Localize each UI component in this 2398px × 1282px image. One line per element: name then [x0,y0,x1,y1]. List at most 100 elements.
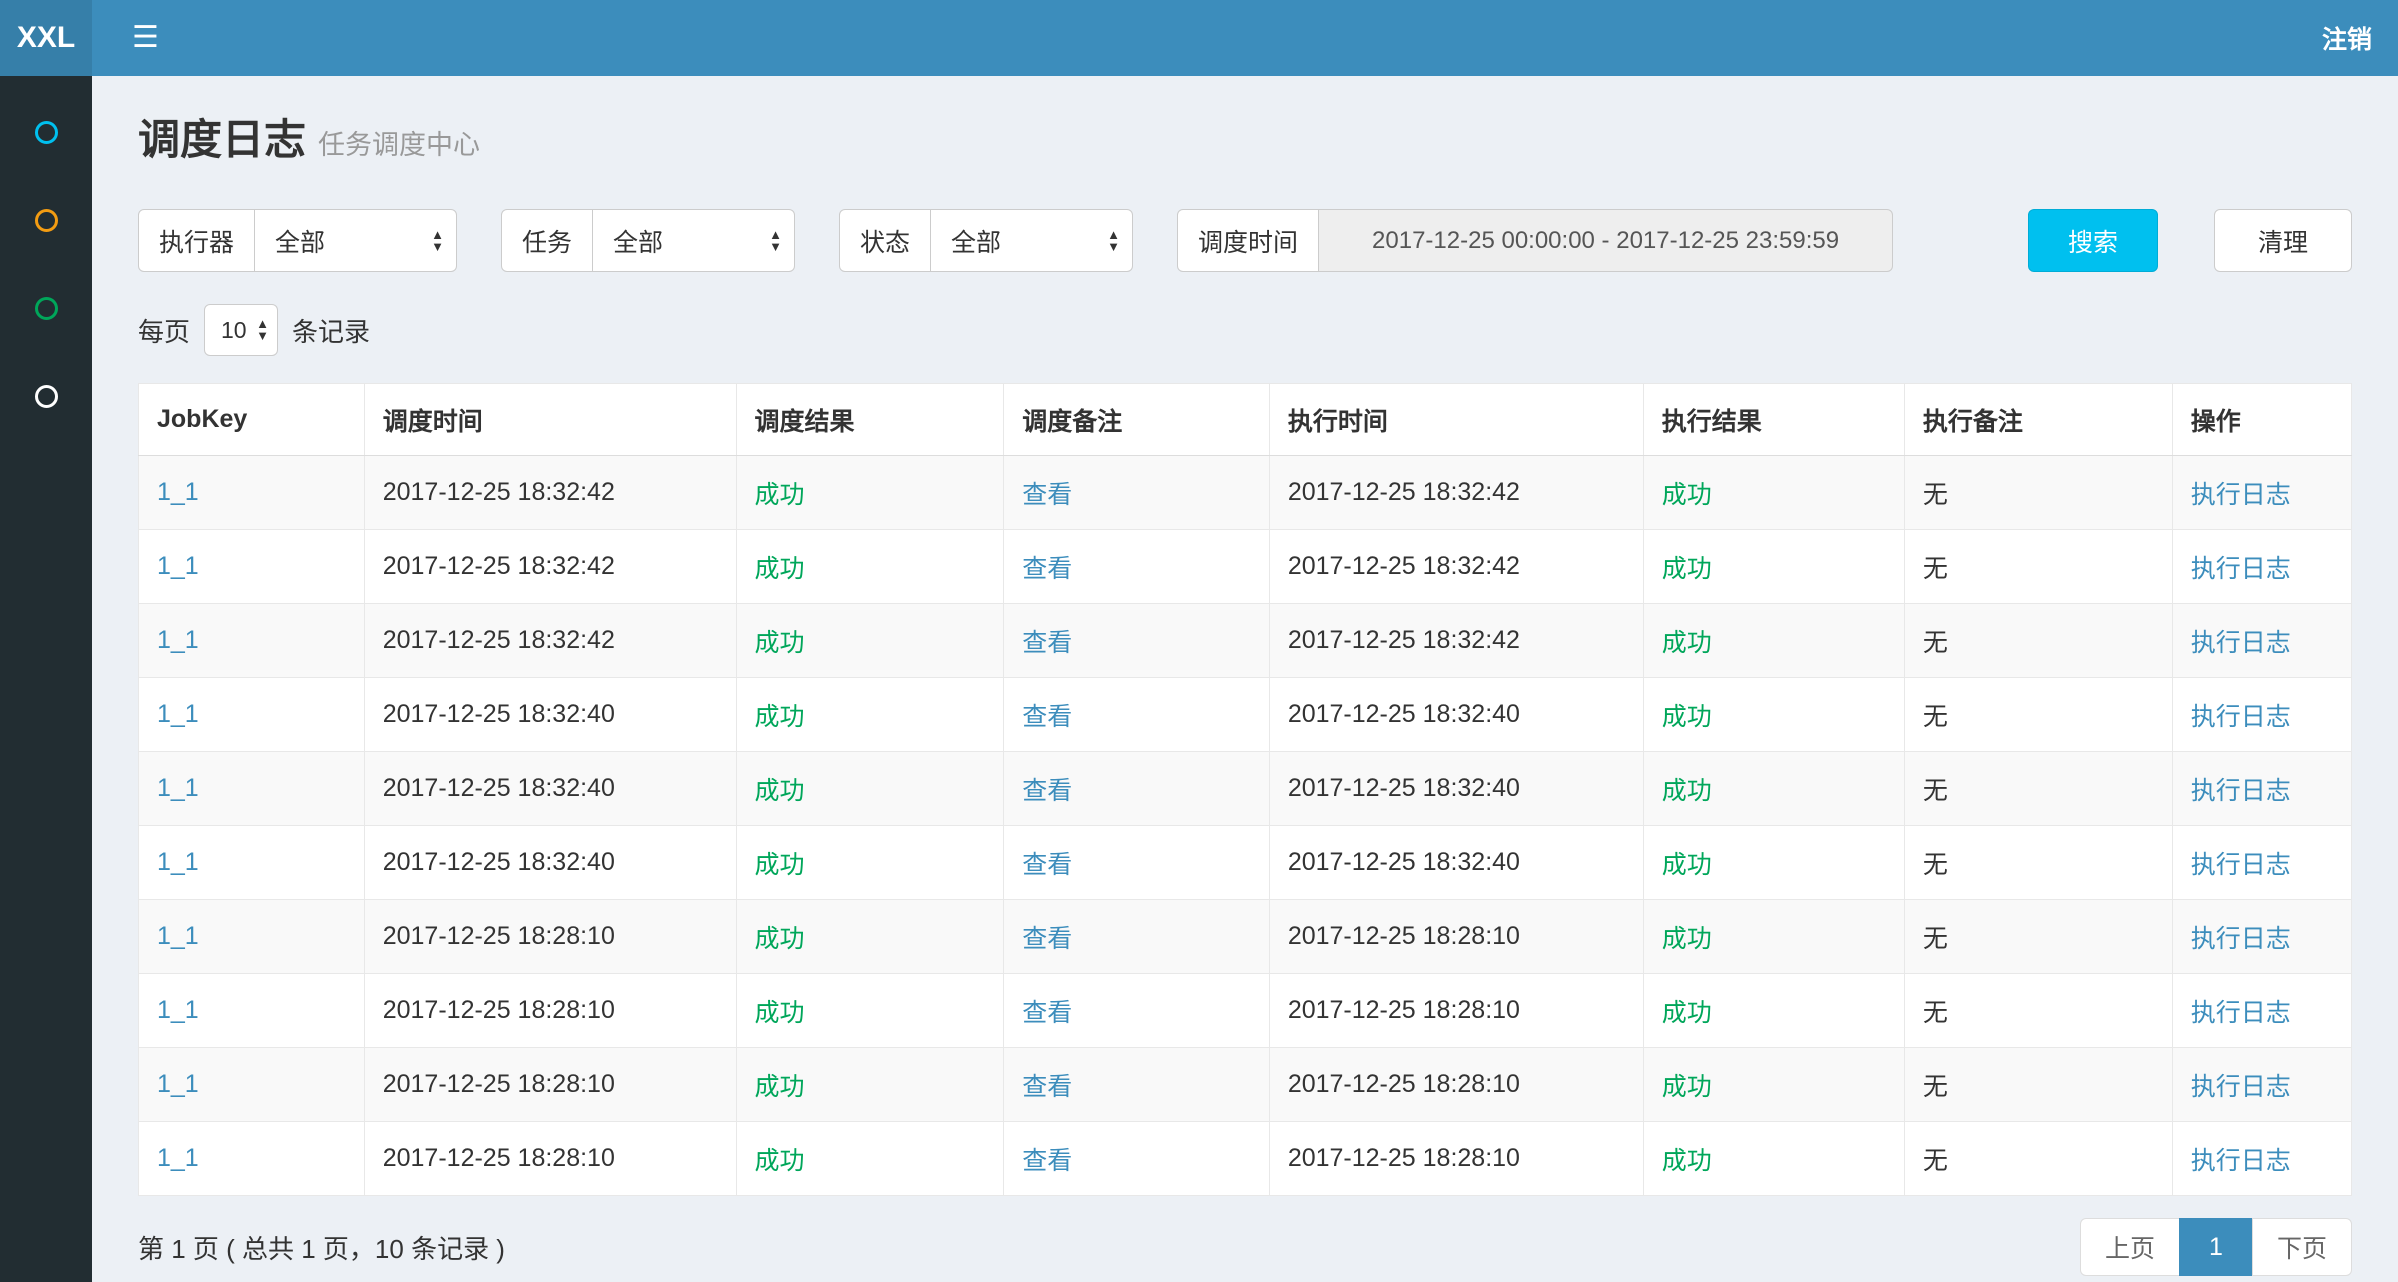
sched-remark-link[interactable]: 查看 [1022,555,1072,583]
time-range-input[interactable]: 2017-12-25 00:00:00 - 2017-12-25 23:59:5… [1319,209,1893,272]
sidebar-item-1[interactable] [0,88,92,176]
executor-select-value: 全部 [275,223,325,259]
exec-remark: 无 [1923,1147,1948,1175]
exec-remark: 无 [1923,555,1948,583]
jobkey-link-cell: 1_1 [139,900,365,974]
app-logo[interactable]: XXL [0,0,92,76]
sidebar-item-4[interactable] [0,352,92,440]
jobkey-link[interactable]: 1_1 [157,1144,199,1172]
exec-time-cell: 2017-12-25 18:28:10 [1269,1048,1643,1122]
status-select-value: 全部 [951,223,1001,259]
jobkey-link[interactable]: 1_1 [157,996,199,1024]
exec-log-link[interactable]: 执行日志 [2191,777,2291,805]
sched-remark-link[interactable]: 查看 [1022,1147,1072,1175]
jobkey-link-cell: 1_1 [139,1048,365,1122]
sched-remark-link[interactable]: 查看 [1022,703,1072,731]
sched-result: 成功 [755,555,805,583]
exec-log-link[interactable]: 执行日志 [2191,1147,2291,1175]
exec-result-cell: 成功 [1643,1048,1904,1122]
page-size-select[interactable]: 10 ▲▼ [204,304,278,356]
jobkey-link[interactable]: 1_1 [157,626,199,654]
prev-page-button[interactable]: 上页 [2080,1218,2180,1276]
column-header: 执行备注 [1904,384,2172,456]
jobkey-link[interactable]: 1_1 [157,552,199,580]
exec-remark-cell: 无 [1904,974,2172,1048]
clear-button[interactable]: 清理 [2214,209,2352,272]
circle-icon [35,121,58,144]
sched-remark-link[interactable]: 查看 [1022,481,1072,509]
exec-result: 成功 [1662,629,1712,657]
sched-time: 2017-12-25 18:32:42 [383,552,615,580]
status-select[interactable]: 全部 ▲▼ [931,209,1133,272]
sched-time: 2017-12-25 18:32:42 [383,478,615,506]
jobkey-link[interactable]: 1_1 [157,700,199,728]
exec-result: 成功 [1662,555,1712,583]
page-layout: 调度日志任务调度中心 执行器 全部 ▲▼ 任务 全部 ▲▼ 状态 [0,76,2398,1282]
table-row: 1_12017-12-25 18:28:10成功查看2017-12-25 18:… [139,900,2352,974]
exec-remark: 无 [1923,703,1948,731]
content-header: 调度日志任务调度中心 [138,106,2352,167]
sched-remark-link[interactable]: 查看 [1022,999,1072,1027]
exec-log-link[interactable]: 执行日志 [2191,925,2291,953]
exec-log-link-cell: 执行日志 [2172,604,2351,678]
exec-time: 2017-12-25 18:28:10 [1288,1144,1520,1172]
column-header: JobKey [139,384,365,456]
sidebar-item-3[interactable] [0,264,92,352]
table-row: 1_12017-12-25 18:28:10成功查看2017-12-25 18:… [139,1122,2352,1196]
exec-result-cell: 成功 [1643,456,1904,530]
next-page-button[interactable]: 下页 [2252,1218,2352,1276]
sched-remark-link[interactable]: 查看 [1022,629,1072,657]
sched-time: 2017-12-25 18:32:40 [383,700,615,728]
sched-time-cell: 2017-12-25 18:32:42 [364,530,736,604]
exec-time: 2017-12-25 18:28:10 [1288,996,1520,1024]
exec-remark-cell: 无 [1904,530,2172,604]
exec-remark: 无 [1923,999,1948,1027]
jobkey-link[interactable]: 1_1 [157,848,199,876]
time-filter-group: 调度时间 2017-12-25 00:00:00 - 2017-12-25 23… [1177,209,1893,272]
sched-time: 2017-12-25 18:28:10 [383,922,615,950]
jobkey-link[interactable]: 1_1 [157,1070,199,1098]
exec-remark-cell: 无 [1904,1048,2172,1122]
sched-time: 2017-12-25 18:28:10 [383,1144,615,1172]
search-button[interactable]: 搜索 [2028,209,2158,272]
sched-result: 成功 [755,925,805,953]
exec-remark-cell: 无 [1904,456,2172,530]
sidebar [0,76,92,1282]
exec-time-cell: 2017-12-25 18:32:42 [1269,456,1643,530]
job-select[interactable]: 全部 ▲▼ [593,209,795,272]
exec-log-link[interactable]: 执行日志 [2191,555,2291,583]
navbar-content: ☰ 注销 [92,0,2398,76]
exec-result-cell: 成功 [1643,752,1904,826]
logout-link[interactable]: 注销 [2322,20,2372,56]
exec-time-cell: 2017-12-25 18:28:10 [1269,974,1643,1048]
jobkey-link[interactable]: 1_1 [157,774,199,802]
hamburger-icon[interactable]: ☰ [118,17,173,59]
sched-result-cell: 成功 [736,974,1004,1048]
sidebar-item-2[interactable] [0,176,92,264]
select-stepper-icon: ▲▼ [256,318,269,342]
pagination: 上页 1 下页 [2080,1218,2352,1276]
exec-log-link[interactable]: 执行日志 [2191,629,2291,657]
sched-remark-link-cell: 查看 [1004,826,1270,900]
exec-log-link[interactable]: 执行日志 [2191,481,2291,509]
exec-log-link[interactable]: 执行日志 [2191,999,2291,1027]
sched-remark-link[interactable]: 查看 [1022,1073,1072,1101]
jobkey-link-cell: 1_1 [139,604,365,678]
exec-log-link[interactable]: 执行日志 [2191,703,2291,731]
exec-log-link[interactable]: 执行日志 [2191,851,2291,879]
sched-remark-link[interactable]: 查看 [1022,777,1072,805]
current-page-button[interactable]: 1 [2179,1218,2253,1276]
executor-select[interactable]: 全部 ▲▼ [255,209,457,272]
sched-remark-link-cell: 查看 [1004,974,1270,1048]
exec-time-cell: 2017-12-25 18:32:42 [1269,530,1643,604]
sched-time-cell: 2017-12-25 18:28:10 [364,900,736,974]
jobkey-link[interactable]: 1_1 [157,922,199,950]
sched-remark-link[interactable]: 查看 [1022,925,1072,953]
exec-remark: 无 [1923,481,1948,509]
sched-remark-link[interactable]: 查看 [1022,851,1072,879]
jobkey-link[interactable]: 1_1 [157,478,199,506]
sched-result-cell: 成功 [736,604,1004,678]
exec-log-link[interactable]: 执行日志 [2191,1073,2291,1101]
sched-result: 成功 [755,703,805,731]
jobkey-link-cell: 1_1 [139,530,365,604]
